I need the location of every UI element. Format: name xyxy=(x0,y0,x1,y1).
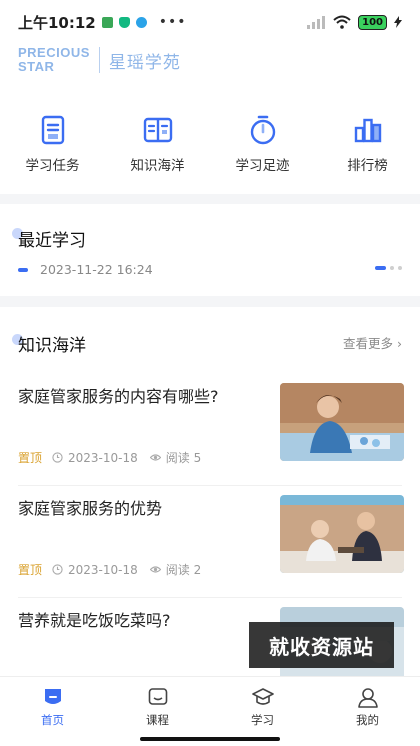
article-reads: 阅读 5 xyxy=(165,451,202,465)
recent-item[interactable]: 2023-11-22 16:24 xyxy=(18,262,153,277)
tab-label: 学习 xyxy=(251,713,274,727)
watermark-overlay: 就收资源站 xyxy=(249,622,394,668)
home-icon xyxy=(44,689,61,704)
tab-mine[interactable]: 我的 xyxy=(315,677,420,746)
divider xyxy=(18,597,402,598)
eye-icon xyxy=(149,454,161,461)
pager-dot xyxy=(390,266,394,270)
status-time: 上午10:12 xyxy=(18,13,96,32)
article-title: 营养就是吃饭吃菜吗? xyxy=(18,611,171,630)
article-reads: 阅读 2 xyxy=(165,563,202,577)
bar-chart-icon xyxy=(354,118,381,143)
more-notifications-icon: ••• xyxy=(158,14,187,30)
header: PRECIOUS STAR 星瑶学苑 学习任务 知识海洋 学习足迹 排行榜 xyxy=(0,44,420,194)
quick-nav: 学习任务 知识海洋 学习足迹 排行榜 xyxy=(0,114,420,174)
recent-marker xyxy=(18,267,28,272)
quick-nav-label: 学习足迹 xyxy=(235,158,290,174)
article-thumbnail xyxy=(280,495,404,573)
recent-study-title: 最近学习 xyxy=(18,231,86,251)
charging-bolt-icon xyxy=(394,16,402,28)
article-item[interactable]: 家庭管家服务的内容有哪些? 置顶 2023-10-18 阅读 5 xyxy=(18,383,404,483)
recent-study-card[interactable]: 最近学习 2023-11-22 16:24 xyxy=(0,204,420,296)
article-thumbnail xyxy=(280,383,404,461)
brand-en-line1: PRECIOUS xyxy=(18,45,90,60)
article-meta: 置顶 2023-10-18 阅读 5 xyxy=(18,449,201,466)
graduation-cap-icon xyxy=(251,688,274,705)
article-date: 2023-10-18 xyxy=(68,450,138,465)
app-notification-icon xyxy=(101,16,113,28)
eye-icon xyxy=(149,566,161,573)
shield-icon xyxy=(118,16,130,28)
knowledge-ocean-title: 知识海洋 xyxy=(18,336,86,356)
clock-icon xyxy=(52,564,63,575)
article-meta: 置顶 2023-10-18 阅读 2 xyxy=(18,561,201,578)
tab-study[interactable]: 学习 xyxy=(210,677,315,746)
quick-nav-label: 学习任务 xyxy=(25,158,80,174)
pinned-badge: 置顶 xyxy=(18,451,43,465)
quick-nav-study-footprint[interactable]: 学习足迹 xyxy=(210,114,315,174)
view-more-link[interactable]: 查看更多 › xyxy=(343,333,402,352)
brand-logo: PRECIOUS STAR 星瑶学苑 xyxy=(18,46,181,74)
quick-nav-leaderboard[interactable]: 排行榜 xyxy=(315,114,420,174)
stopwatch-icon xyxy=(250,115,275,145)
home-indicator[interactable] xyxy=(140,737,280,741)
course-icon xyxy=(148,688,167,705)
user-icon xyxy=(357,688,378,708)
quick-nav-label: 排行榜 xyxy=(347,158,388,174)
signal-icon xyxy=(307,16,326,29)
brand-cn: 星瑶学苑 xyxy=(108,52,181,73)
quick-nav-knowledge-ocean[interactable]: 知识海洋 xyxy=(105,114,210,174)
quick-nav-study-tasks[interactable]: 学习任务 xyxy=(0,114,105,174)
wifi-icon xyxy=(333,15,351,29)
view-more-label: 查看更多 xyxy=(343,336,394,351)
tab-label: 首页 xyxy=(41,713,64,727)
pager-dot-active xyxy=(375,266,386,270)
tab-courses[interactable]: 课程 xyxy=(105,677,210,746)
quick-nav-label: 知识海洋 xyxy=(130,158,185,174)
logo-divider xyxy=(98,47,100,73)
article-title: 家庭管家服务的内容有哪些? xyxy=(18,387,219,406)
brand-en-line2: STAR xyxy=(18,59,55,74)
article-item[interactable]: 家庭管家服务的优势 置顶 2023-10-18 阅读 2 xyxy=(18,495,404,595)
article-title: 家庭管家服务的优势 xyxy=(18,499,163,518)
pager-dot xyxy=(398,266,402,270)
carousel-pager xyxy=(375,266,402,270)
bottom-tab-bar: 首页 课程 学习 我的 xyxy=(0,676,420,746)
tab-label: 我的 xyxy=(356,713,379,727)
divider xyxy=(18,485,402,486)
app-cube-icon xyxy=(135,16,147,28)
pinned-badge: 置顶 xyxy=(18,563,43,577)
status-bar: 上午10:12 ••• 100 xyxy=(0,0,420,44)
clock-icon xyxy=(52,452,63,463)
article-date: 2023-10-18 xyxy=(68,562,138,577)
open-book-icon xyxy=(143,117,172,143)
recent-date: 2023-11-22 16:24 xyxy=(40,262,153,277)
battery-indicator: 100 xyxy=(358,14,387,30)
tab-label: 课程 xyxy=(146,713,169,727)
task-doc-icon xyxy=(41,115,64,145)
tab-home[interactable]: 首页 xyxy=(0,677,105,746)
